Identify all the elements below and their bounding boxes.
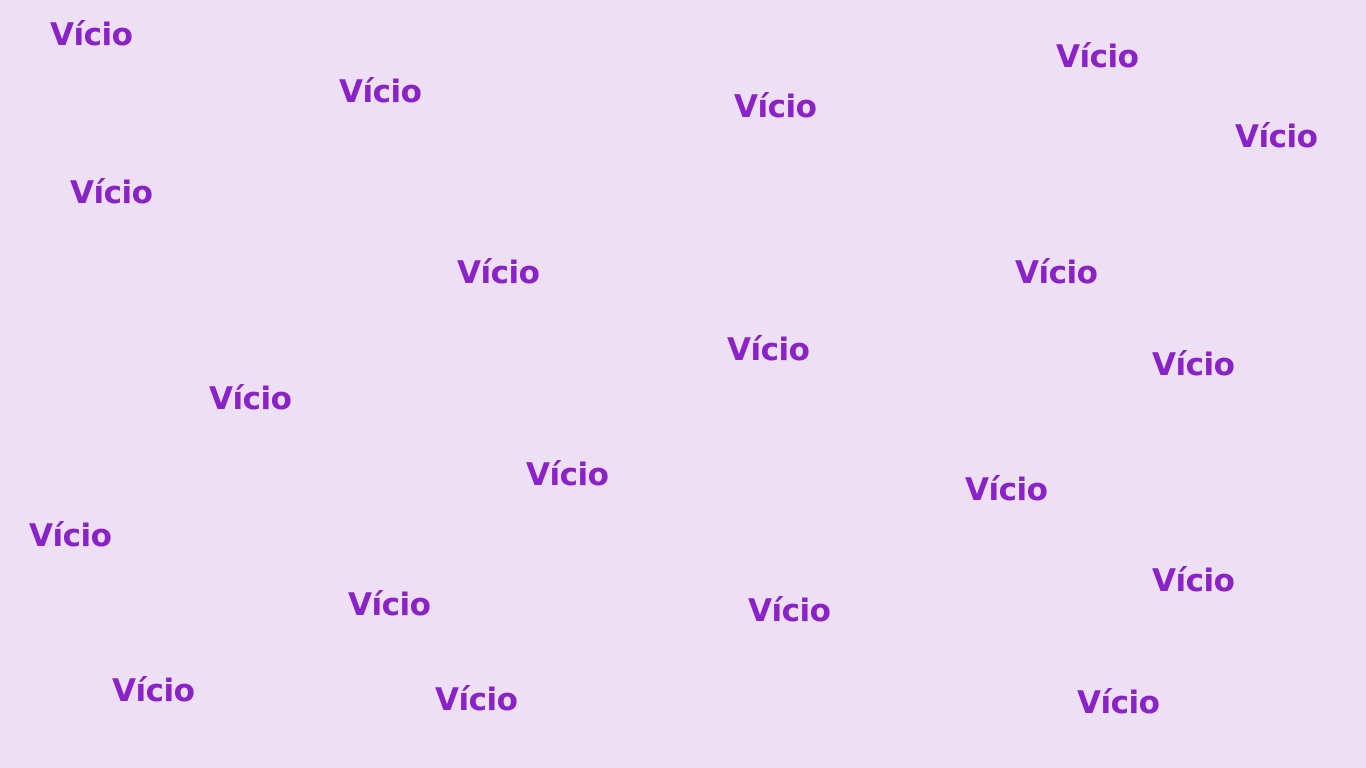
vicio-logo: Vício [29,518,112,554]
vicio-logo: Vício [348,587,431,623]
vicio-logo: Vício [526,457,609,493]
vicio-logo: Vício [1077,685,1160,721]
vicio-logo: Vício [1152,347,1235,383]
vicio-logo: Vício [457,255,540,291]
vicio-logo: Vício [209,381,292,417]
vicio-logo: Vício [50,17,133,53]
vicio-logo: Vício [112,673,195,709]
vicio-logo: Vício [1056,39,1139,75]
vicio-logo: Vício [1235,119,1318,155]
vicio-logo: Vício [339,74,422,110]
vicio-logo: Vício [70,175,153,211]
vicio-logo: Vício [748,593,831,629]
vicio-logo: Vício [1015,255,1098,291]
vicio-logo: Vício [965,472,1048,508]
vicio-logo: Vício [734,89,817,125]
vicio-logo: Vício [1152,563,1235,599]
vicio-logo: Vício [727,332,810,368]
logo-pattern-background: Vício Vício Vício Vício Vício Vício Víci… [0,0,1366,768]
vicio-logo: Vício [435,682,518,718]
